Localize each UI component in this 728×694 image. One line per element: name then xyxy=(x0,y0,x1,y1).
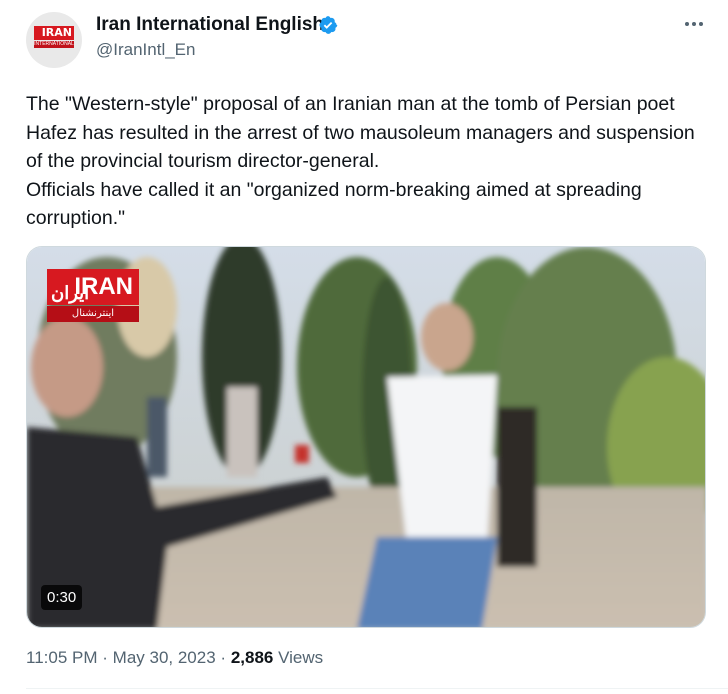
tweet[interactable]: IRAN INTERNATIONAL Iran International En… xyxy=(0,0,728,694)
avatar-logo-subtext: INTERNATIONAL xyxy=(34,41,74,48)
logo-strip-text: اینترنشنال xyxy=(47,306,139,322)
avatar[interactable]: IRAN INTERNATIONAL xyxy=(26,12,82,68)
tweet-text: The "Western-style" proposal of an Irani… xyxy=(26,90,706,233)
avatar-logo-text: IRAN xyxy=(34,26,74,40)
views-count: 2,886 xyxy=(230,648,274,667)
meta-separator: · xyxy=(102,648,108,667)
more-options-icon[interactable] xyxy=(682,12,706,36)
tweet-meta: 11:05 PM · May 30, 2023 · 2,886 Views xyxy=(26,648,323,668)
views-label: Views xyxy=(278,648,324,667)
author-display-name[interactable]: Iran International English xyxy=(96,14,324,36)
avatar-logo: IRAN INTERNATIONAL xyxy=(34,26,74,52)
tweet-paragraph: The "Western-style" proposal of an Irani… xyxy=(26,93,695,172)
divider xyxy=(26,688,728,689)
verified-badge-icon xyxy=(319,16,338,34)
video-duration: 0:30 xyxy=(41,585,83,610)
tweet-date[interactable]: May 30, 2023 xyxy=(113,648,216,667)
video-media[interactable]: ایران IRAN اینترنشنال 0:30 xyxy=(26,246,706,628)
tweet-time[interactable]: 11:05 PM xyxy=(26,648,98,667)
video-brand-logo: ایران IRAN اینترنشنال xyxy=(47,269,139,331)
meta-separator: · xyxy=(220,648,227,667)
tweet-paragraph: Officials have called it an "organized n… xyxy=(26,178,642,230)
author-handle[interactable]: @IranIntl_En xyxy=(96,40,195,60)
